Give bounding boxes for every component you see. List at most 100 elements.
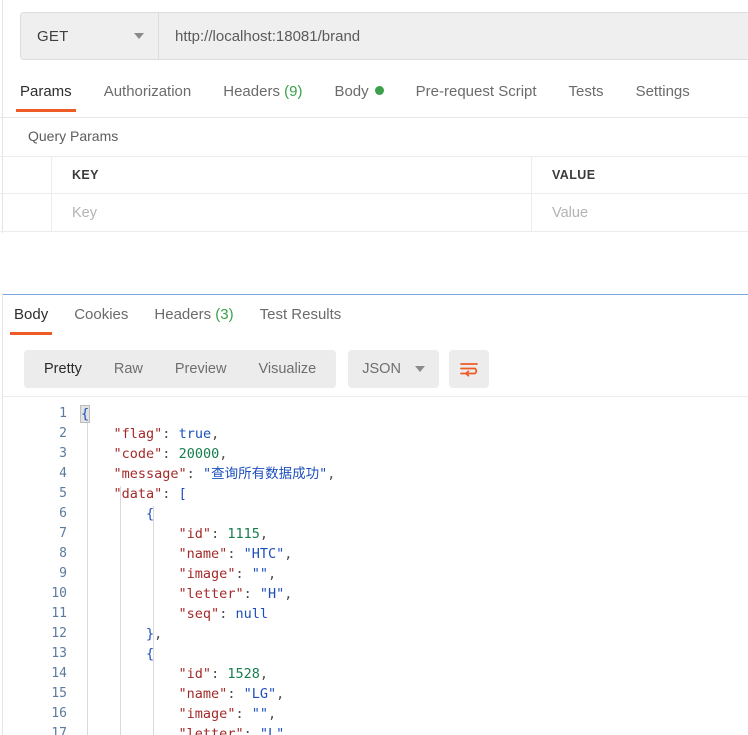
line-number: 10 — [51, 586, 67, 601]
code-token: , — [259, 666, 268, 682]
view-mode-visualize[interactable]: Visualize — [242, 350, 332, 388]
line-number: 7 — [59, 526, 67, 541]
code-token: : — [235, 706, 252, 722]
code-line: 8 "name": "HTC", — [3, 544, 748, 564]
chevron-down-icon — [134, 33, 144, 39]
code-token: : — [162, 486, 179, 502]
response-body-code-viewer[interactable]: 1{2 "flag": true, 3 "code": 20000, 4 "mess… — [3, 396, 748, 735]
response-tab-body[interactable]: Body — [9, 303, 53, 335]
request-tab-headers[interactable]: Headers (9) — [223, 80, 302, 112]
line-number: 5 — [59, 486, 67, 501]
code-token: , — [327, 466, 336, 482]
code-token: "image" — [178, 706, 236, 722]
tab-label: Cookies — [74, 306, 129, 323]
line-number: 17 — [51, 726, 67, 735]
line-number: 12 — [51, 626, 67, 641]
tab-label: Headers — [154, 306, 212, 323]
word-wrap-button[interactable] — [448, 350, 489, 388]
tab-label: Params — [20, 83, 72, 100]
code-token: : — [227, 546, 244, 562]
code-line: 10 "letter": "H", — [3, 584, 748, 604]
line-number: 4 — [59, 466, 67, 481]
param-key-input[interactable]: Key — [72, 205, 97, 221]
response-tab-headers[interactable]: Headers (3) — [154, 303, 233, 335]
code-token: "id" — [178, 526, 212, 542]
code-line: 15 "name": "LG", — [3, 684, 748, 704]
code-line: 5 "data": [ — [3, 484, 748, 504]
code-token: : — [227, 686, 244, 702]
tab-count-badge: (3) — [211, 306, 234, 323]
code-token: "code" — [113, 446, 163, 462]
request-tab-tests[interactable]: Tests — [569, 80, 604, 112]
line-number: 15 — [51, 686, 67, 701]
tab-count-badge: (9) — [279, 83, 303, 100]
response-tab-test-results[interactable]: Test Results — [260, 303, 342, 335]
line-number: 1 — [59, 406, 67, 421]
code-line-text: }, — [81, 624, 162, 644]
view-mode-preview[interactable]: Preview — [159, 350, 243, 388]
code-token: "image" — [178, 566, 236, 582]
code-token: , — [284, 586, 293, 602]
code-token: "查询所有数据成功" — [202, 466, 328, 482]
code-token: : — [235, 566, 252, 582]
tab-label: Pre-request Script — [415, 83, 537, 100]
code-token: { — [146, 646, 155, 662]
request-tab-body[interactable]: Body — [334, 80, 384, 112]
body-present-dot-icon — [374, 86, 384, 95]
code-token: : — [162, 446, 179, 462]
code-token: "L" — [259, 726, 285, 735]
code-line: 1{ — [3, 404, 748, 424]
code-token: "name" — [178, 686, 228, 702]
code-line: 17 "letter": "L" — [3, 724, 748, 735]
code-token: : — [162, 426, 179, 442]
code-token: , — [211, 426, 220, 442]
table-header-row: KEY VALUE — [0, 156, 748, 194]
request-url-bar: GET — [20, 12, 748, 60]
request-tab-settings[interactable]: Settings — [636, 80, 690, 112]
request-tab-params[interactable]: Params — [16, 80, 76, 112]
tab-label: Test Results — [259, 306, 342, 323]
code-token: "data" — [113, 486, 163, 502]
code-line-text: "id": 1115, — [81, 524, 268, 544]
code-token: "message" — [113, 466, 187, 482]
view-mode-raw[interactable]: Raw — [98, 350, 159, 388]
code-line-text: "image": "", — [81, 704, 277, 724]
code-line-text: "seq": null — [81, 604, 268, 624]
column-header-key: KEY — [72, 168, 99, 182]
code-token: 1528 — [227, 666, 260, 682]
code-token: true — [178, 426, 212, 442]
view-mode-pretty[interactable]: Pretty — [28, 350, 98, 388]
request-tabs: Params Authorization Headers (9) Body Pre-re… — [0, 80, 748, 118]
response-tab-cookies[interactable]: Cookies — [74, 303, 128, 335]
code-line: 16 "image": "", — [3, 704, 748, 724]
response-format-select[interactable]: JSON — [348, 350, 439, 388]
response-view-mode-group: Pretty Raw Preview Visualize — [24, 350, 337, 388]
request-tab-pre-request-script[interactable]: Pre-request Script — [416, 80, 537, 112]
request-tabs-divider — [0, 117, 748, 118]
pane-splitter[interactable] — [3, 294, 748, 295]
select-all-checkbox-cell[interactable] — [0, 157, 52, 193]
column-header-value: VALUE — [552, 168, 596, 182]
code-token: : — [211, 666, 228, 682]
code-token: "id" — [178, 666, 212, 682]
line-number: 16 — [51, 706, 67, 721]
line-number: 9 — [59, 566, 67, 581]
request-url-input[interactable] — [159, 13, 748, 59]
word-wrap-icon — [460, 363, 478, 377]
tab-label: Body — [14, 306, 49, 323]
param-value-input[interactable]: Value — [552, 205, 588, 221]
http-method-select[interactable]: GET — [21, 13, 159, 59]
code-token: "letter" — [178, 586, 244, 602]
tab-label: Authorization — [103, 83, 192, 100]
request-tab-authorization[interactable]: Authorization — [104, 80, 192, 112]
row-checkbox-cell[interactable] — [0, 194, 52, 231]
code-line-text: "letter": "H", — [81, 584, 293, 604]
